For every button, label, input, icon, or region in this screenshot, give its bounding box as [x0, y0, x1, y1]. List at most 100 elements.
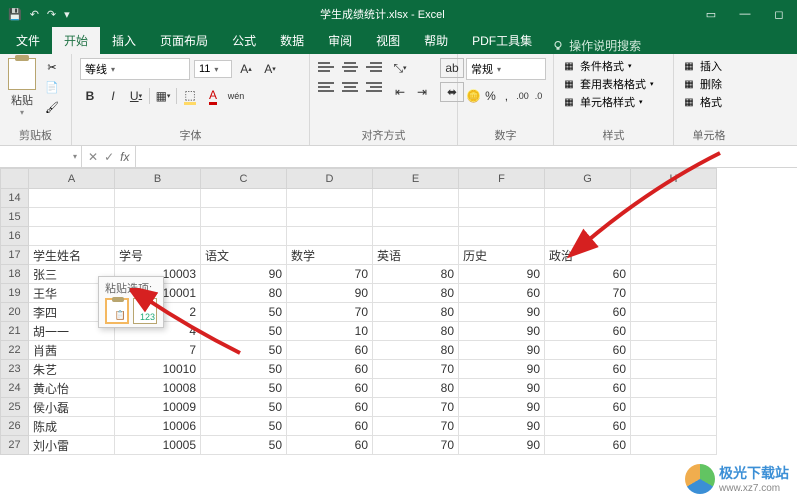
- cell-F23[interactable]: 90: [459, 360, 545, 379]
- cell-H17[interactable]: [631, 246, 717, 265]
- cell-C27[interactable]: 50: [201, 436, 287, 455]
- cell-E19[interactable]: 80: [373, 284, 459, 303]
- cell-G15[interactable]: [545, 208, 631, 227]
- cancel-icon[interactable]: ✕: [88, 150, 98, 164]
- cell-C14[interactable]: [201, 189, 287, 208]
- cell-G22[interactable]: 60: [545, 341, 631, 360]
- increase-indent-icon[interactable]: ⇥: [412, 82, 432, 102]
- cell-F16[interactable]: [459, 227, 545, 246]
- cell-E22[interactable]: 80: [373, 341, 459, 360]
- row-header-25[interactable]: 25: [1, 398, 29, 417]
- cell-C21[interactable]: 50: [201, 322, 287, 341]
- font-name-combo[interactable]: 等线▾: [80, 58, 190, 80]
- cell-G25[interactable]: 60: [545, 398, 631, 417]
- cell-B15[interactable]: [115, 208, 201, 227]
- cell-B16[interactable]: [115, 227, 201, 246]
- cell-C18[interactable]: 90: [201, 265, 287, 284]
- tell-me-search[interactable]: 操作说明搜索: [552, 37, 641, 54]
- col-header-F[interactable]: F: [459, 169, 545, 189]
- cell-C19[interactable]: 80: [201, 284, 287, 303]
- cell-H18[interactable]: [631, 265, 717, 284]
- tab-view[interactable]: 视图: [364, 27, 412, 54]
- tab-layout[interactable]: 页面布局: [148, 27, 220, 54]
- cell-H22[interactable]: [631, 341, 717, 360]
- tab-pdf[interactable]: PDF工具集: [460, 27, 544, 54]
- row-header-19[interactable]: 19: [1, 284, 29, 303]
- qat-more-icon[interactable]: ▾: [64, 8, 70, 21]
- row-header-24[interactable]: 24: [1, 379, 29, 398]
- cell-E26[interactable]: 70: [373, 417, 459, 436]
- cell-E16[interactable]: [373, 227, 459, 246]
- insert-cells-button[interactable]: ▦插入: [682, 58, 736, 74]
- cell-A17[interactable]: 学生姓名: [29, 246, 115, 265]
- cell-G23[interactable]: 60: [545, 360, 631, 379]
- col-header-H[interactable]: H: [631, 169, 717, 189]
- fx-icon[interactable]: fx: [120, 150, 129, 164]
- tab-formulas[interactable]: 公式: [220, 27, 268, 54]
- cell-A26[interactable]: 陈成: [29, 417, 115, 436]
- cell-H20[interactable]: [631, 303, 717, 322]
- cell-D25[interactable]: 60: [287, 398, 373, 417]
- increase-font-icon[interactable]: A▴: [236, 59, 256, 79]
- col-header-D[interactable]: D: [287, 169, 373, 189]
- cell-B26[interactable]: 10006: [115, 417, 201, 436]
- cell-D19[interactable]: 90: [287, 284, 373, 303]
- redo-icon[interactable]: ↷: [47, 8, 56, 21]
- format-painter-icon[interactable]: 🖌: [42, 98, 62, 116]
- cell-C26[interactable]: 50: [201, 417, 287, 436]
- decrease-decimal-icon[interactable]: .0: [532, 86, 545, 106]
- cell-C23[interactable]: 50: [201, 360, 287, 379]
- cell-B23[interactable]: 10010: [115, 360, 201, 379]
- cell-E23[interactable]: 70: [373, 360, 459, 379]
- col-header-E[interactable]: E: [373, 169, 459, 189]
- cell-G19[interactable]: 70: [545, 284, 631, 303]
- cell-G18[interactable]: 60: [545, 265, 631, 284]
- col-header-A[interactable]: A: [29, 169, 115, 189]
- cell-F14[interactable]: [459, 189, 545, 208]
- cell-D24[interactable]: 60: [287, 379, 373, 398]
- cell-A15[interactable]: [29, 208, 115, 227]
- confirm-icon[interactable]: ✓: [104, 150, 114, 164]
- cell-H15[interactable]: [631, 208, 717, 227]
- cell-H24[interactable]: [631, 379, 717, 398]
- cell-B25[interactable]: 10009: [115, 398, 201, 417]
- cell-D21[interactable]: 10: [287, 322, 373, 341]
- row-header-18[interactable]: 18: [1, 265, 29, 284]
- cell-A14[interactable]: [29, 189, 115, 208]
- undo-icon[interactable]: ↶: [30, 8, 39, 21]
- phonetic-button[interactable]: wén: [226, 86, 246, 106]
- cell-G17[interactable]: 政治: [545, 246, 631, 265]
- cell-G20[interactable]: 60: [545, 303, 631, 322]
- percent-button[interactable]: %: [484, 86, 497, 106]
- cell-B24[interactable]: 10008: [115, 379, 201, 398]
- format-cells-button[interactable]: ▦格式: [682, 94, 736, 110]
- orientation-button[interactable]: ⤡▾: [390, 58, 410, 78]
- name-box[interactable]: ▾: [0, 146, 82, 167]
- row-header-14[interactable]: 14: [1, 189, 29, 208]
- cell-D27[interactable]: 60: [287, 436, 373, 455]
- cell-H23[interactable]: [631, 360, 717, 379]
- cell-F17[interactable]: 历史: [459, 246, 545, 265]
- cell-C25[interactable]: 50: [201, 398, 287, 417]
- tab-file[interactable]: 文件: [4, 27, 52, 54]
- cell-A24[interactable]: 黄心怡: [29, 379, 115, 398]
- cut-icon[interactable]: ✂: [42, 58, 62, 76]
- cell-F26[interactable]: 90: [459, 417, 545, 436]
- cell-E20[interactable]: 80: [373, 303, 459, 322]
- bold-button[interactable]: B: [80, 86, 100, 106]
- underline-button[interactable]: U▾: [126, 86, 146, 106]
- cell-D18[interactable]: 70: [287, 265, 373, 284]
- font-color-button[interactable]: A: [203, 86, 223, 106]
- cell-F18[interactable]: 90: [459, 265, 545, 284]
- cell-H21[interactable]: [631, 322, 717, 341]
- fill-color-button[interactable]: ⬚: [180, 86, 200, 106]
- font-size-combo[interactable]: 11▾: [194, 60, 232, 78]
- cell-H14[interactable]: [631, 189, 717, 208]
- ribbon-options-icon[interactable]: ▭: [695, 2, 727, 26]
- row-header-16[interactable]: 16: [1, 227, 29, 246]
- cell-H19[interactable]: [631, 284, 717, 303]
- row-header-21[interactable]: 21: [1, 322, 29, 341]
- spreadsheet[interactable]: ABCDEFGH14151617学生姓名学号语文数学英语历史政治18张三1000…: [0, 168, 797, 455]
- cell-F22[interactable]: 90: [459, 341, 545, 360]
- tab-help[interactable]: 帮助: [412, 27, 460, 54]
